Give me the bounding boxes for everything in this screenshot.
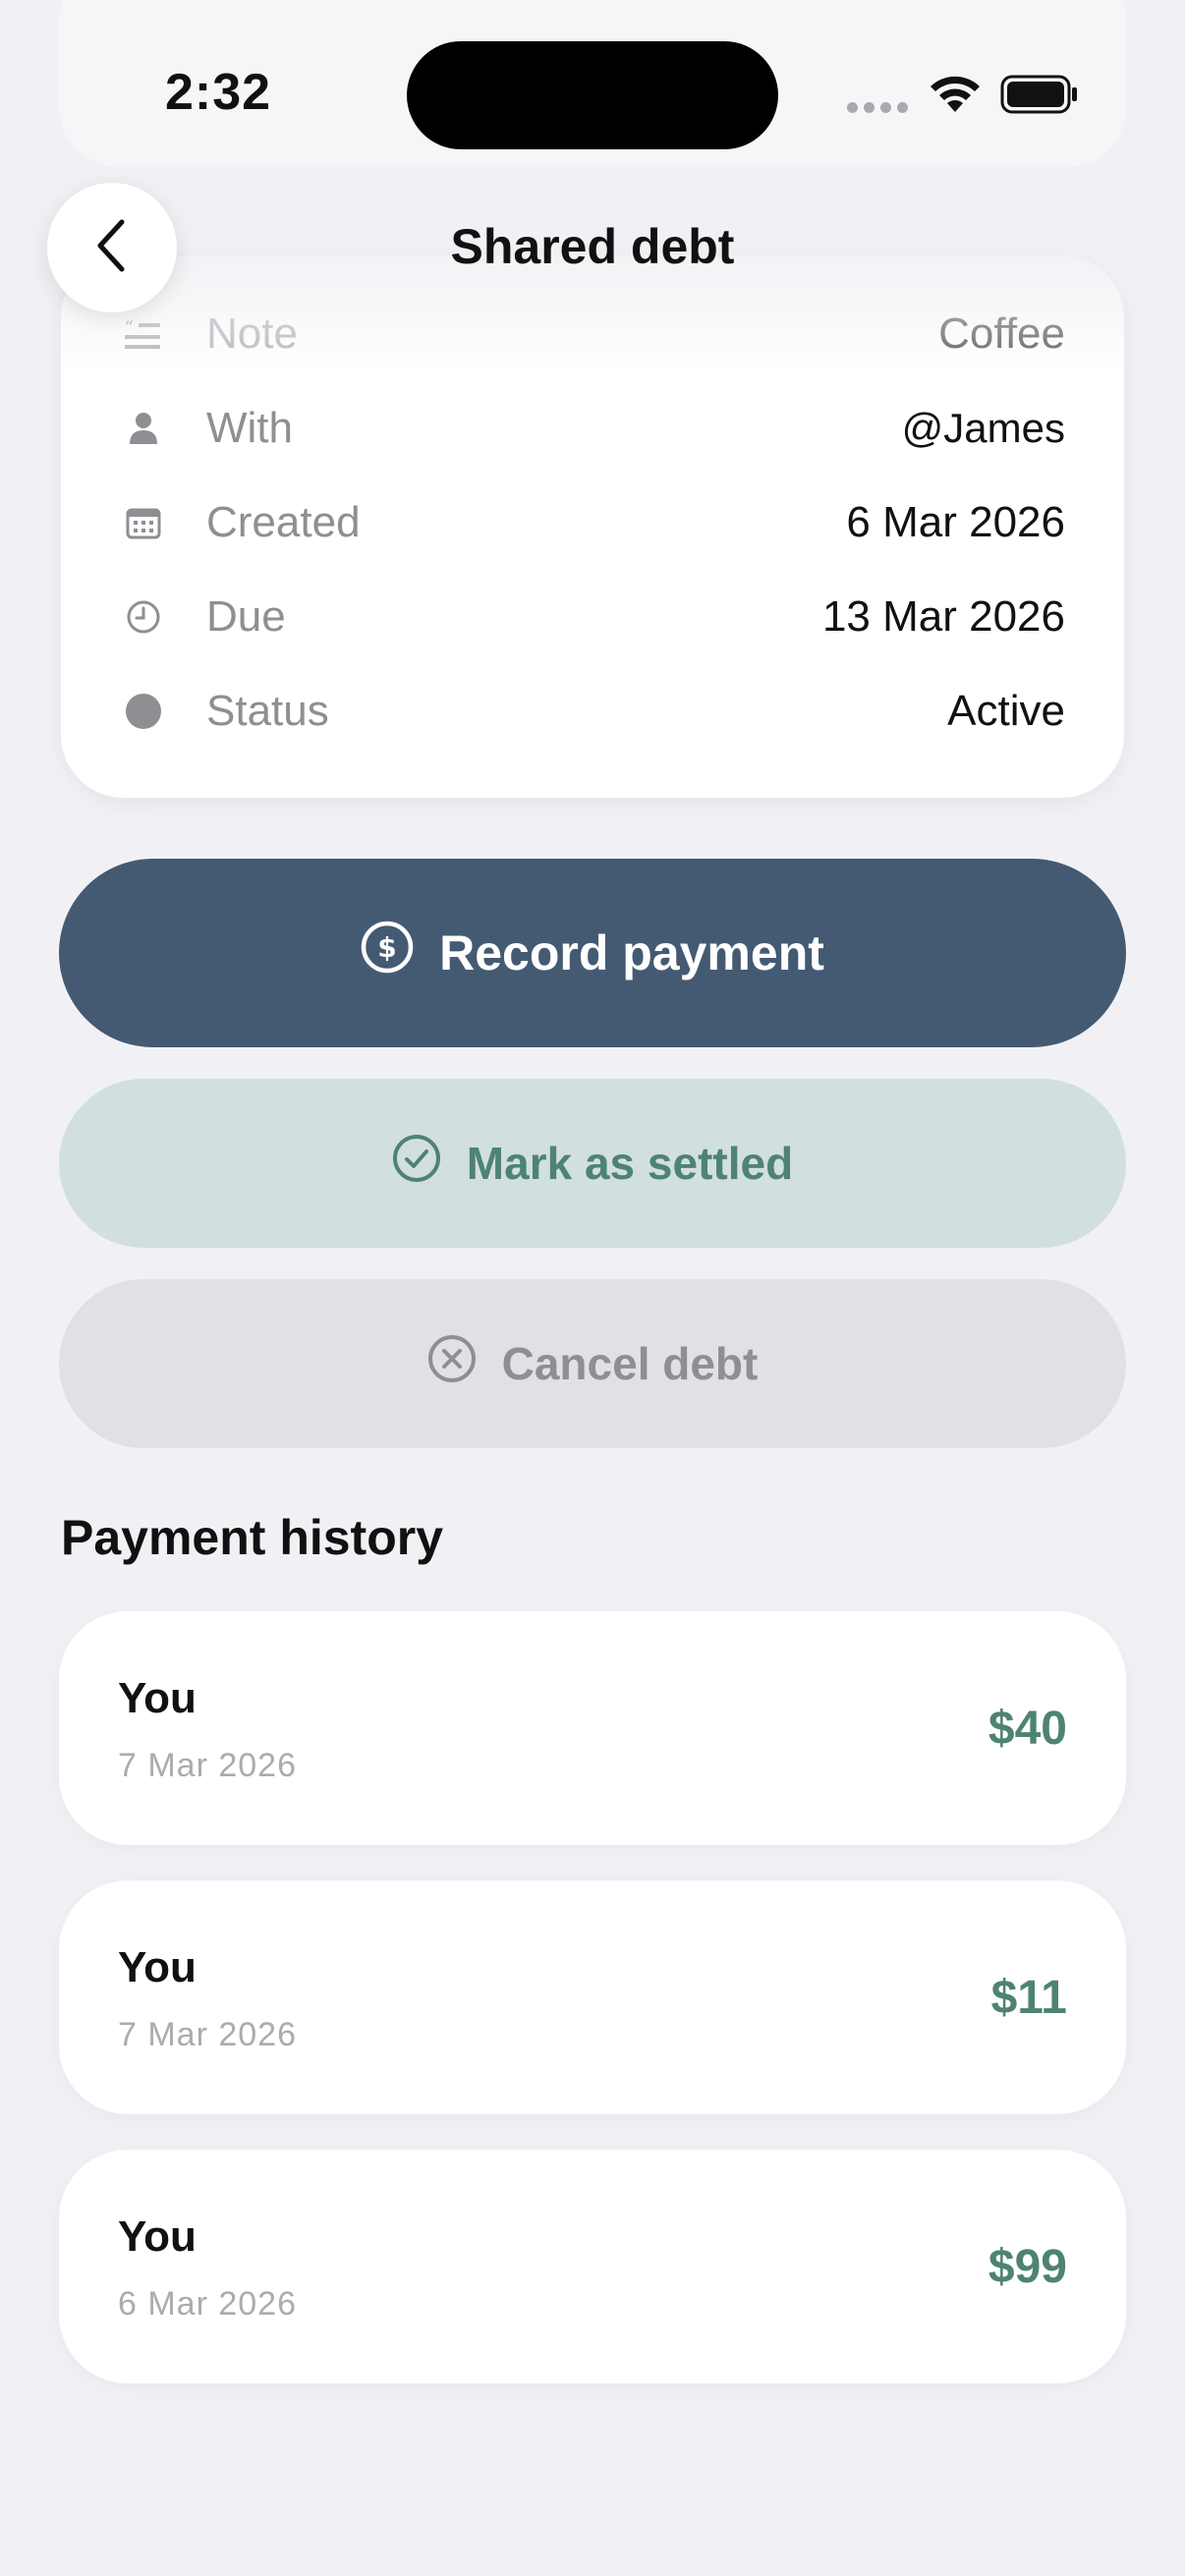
detail-value[interactable]: @James [902,405,1065,452]
cancel-debt-button[interactable]: Cancel debt [59,1279,1126,1448]
detail-row-with: With @James [61,381,1124,476]
detail-row-note: “ Note Coffee [61,287,1124,381]
battery-icon [1000,75,1079,119]
cellular-dots-icon [847,102,908,113]
dollar-circle-icon: $ [361,921,414,985]
detail-label: Due [206,592,286,641]
detail-value: Coffee [938,309,1065,358]
check-circle-icon [392,1134,441,1194]
status-badge: Active [947,687,1065,735]
detail-value: 13 Mar 2026 [821,592,1065,641]
debt-detail-screen: 2:32 “ Note Coffee With @James Created 6… [0,0,1185,2576]
x-circle-icon [427,1334,477,1394]
clock-icon [124,597,163,637]
debt-details-card: “ Note Coffee With @James Created 6 Mar … [61,255,1124,798]
status-dot-icon [124,692,163,731]
quote-icon: “ [124,314,163,354]
detail-row-due: Due 13 Mar 2026 [61,570,1124,664]
payment-date: 6 Mar 2026 [118,2285,297,2323]
wifi-icon [928,73,983,119]
payment-amount: $11 [990,1972,1067,2024]
payment-date: 7 Mar 2026 [118,2016,297,2053]
calendar-icon [124,503,163,542]
page-title: Shared debt [450,219,735,274]
payer-name: You [118,1674,197,1722]
payment-amount: $40 [988,1703,1067,1755]
record-payment-button[interactable]: $ Record payment [59,859,1126,1047]
record-payment-label: Record payment [439,925,824,980]
payer-name: You [118,2212,197,2261]
payment-date: 7 Mar 2026 [118,1747,297,1784]
payment-list-item[interactable]: You 7 Mar 2026 $40 [59,1611,1126,1845]
detail-label: Status [206,687,329,735]
detail-label: With [206,404,293,452]
cancel-debt-label: Cancel debt [501,1338,759,1389]
person-icon [124,409,163,448]
detail-label: Note [206,309,298,358]
svg-text:“: “ [125,317,134,338]
payment-amount: $99 [988,2241,1067,2293]
payment-history-title: Payment history [61,1510,444,1565]
detail-row-status: Status Active [61,664,1124,758]
payer-name: You [118,1943,197,1991]
svg-text:$: $ [377,931,396,964]
detail-label: Created [206,498,361,546]
detail-value: 6 Mar 2026 [846,498,1065,546]
dynamic-island [407,41,778,149]
mark-as-settled-button[interactable]: Mark as settled [59,1079,1126,1248]
status-time: 2:32 [165,64,272,121]
payment-list-item[interactable]: You 6 Mar 2026 $99 [59,2150,1126,2383]
mark-as-settled-label: Mark as settled [466,1138,794,1189]
payment-list-item[interactable]: You 7 Mar 2026 $11 [59,1880,1126,2114]
detail-row-created: Created 6 Mar 2026 [61,476,1124,570]
